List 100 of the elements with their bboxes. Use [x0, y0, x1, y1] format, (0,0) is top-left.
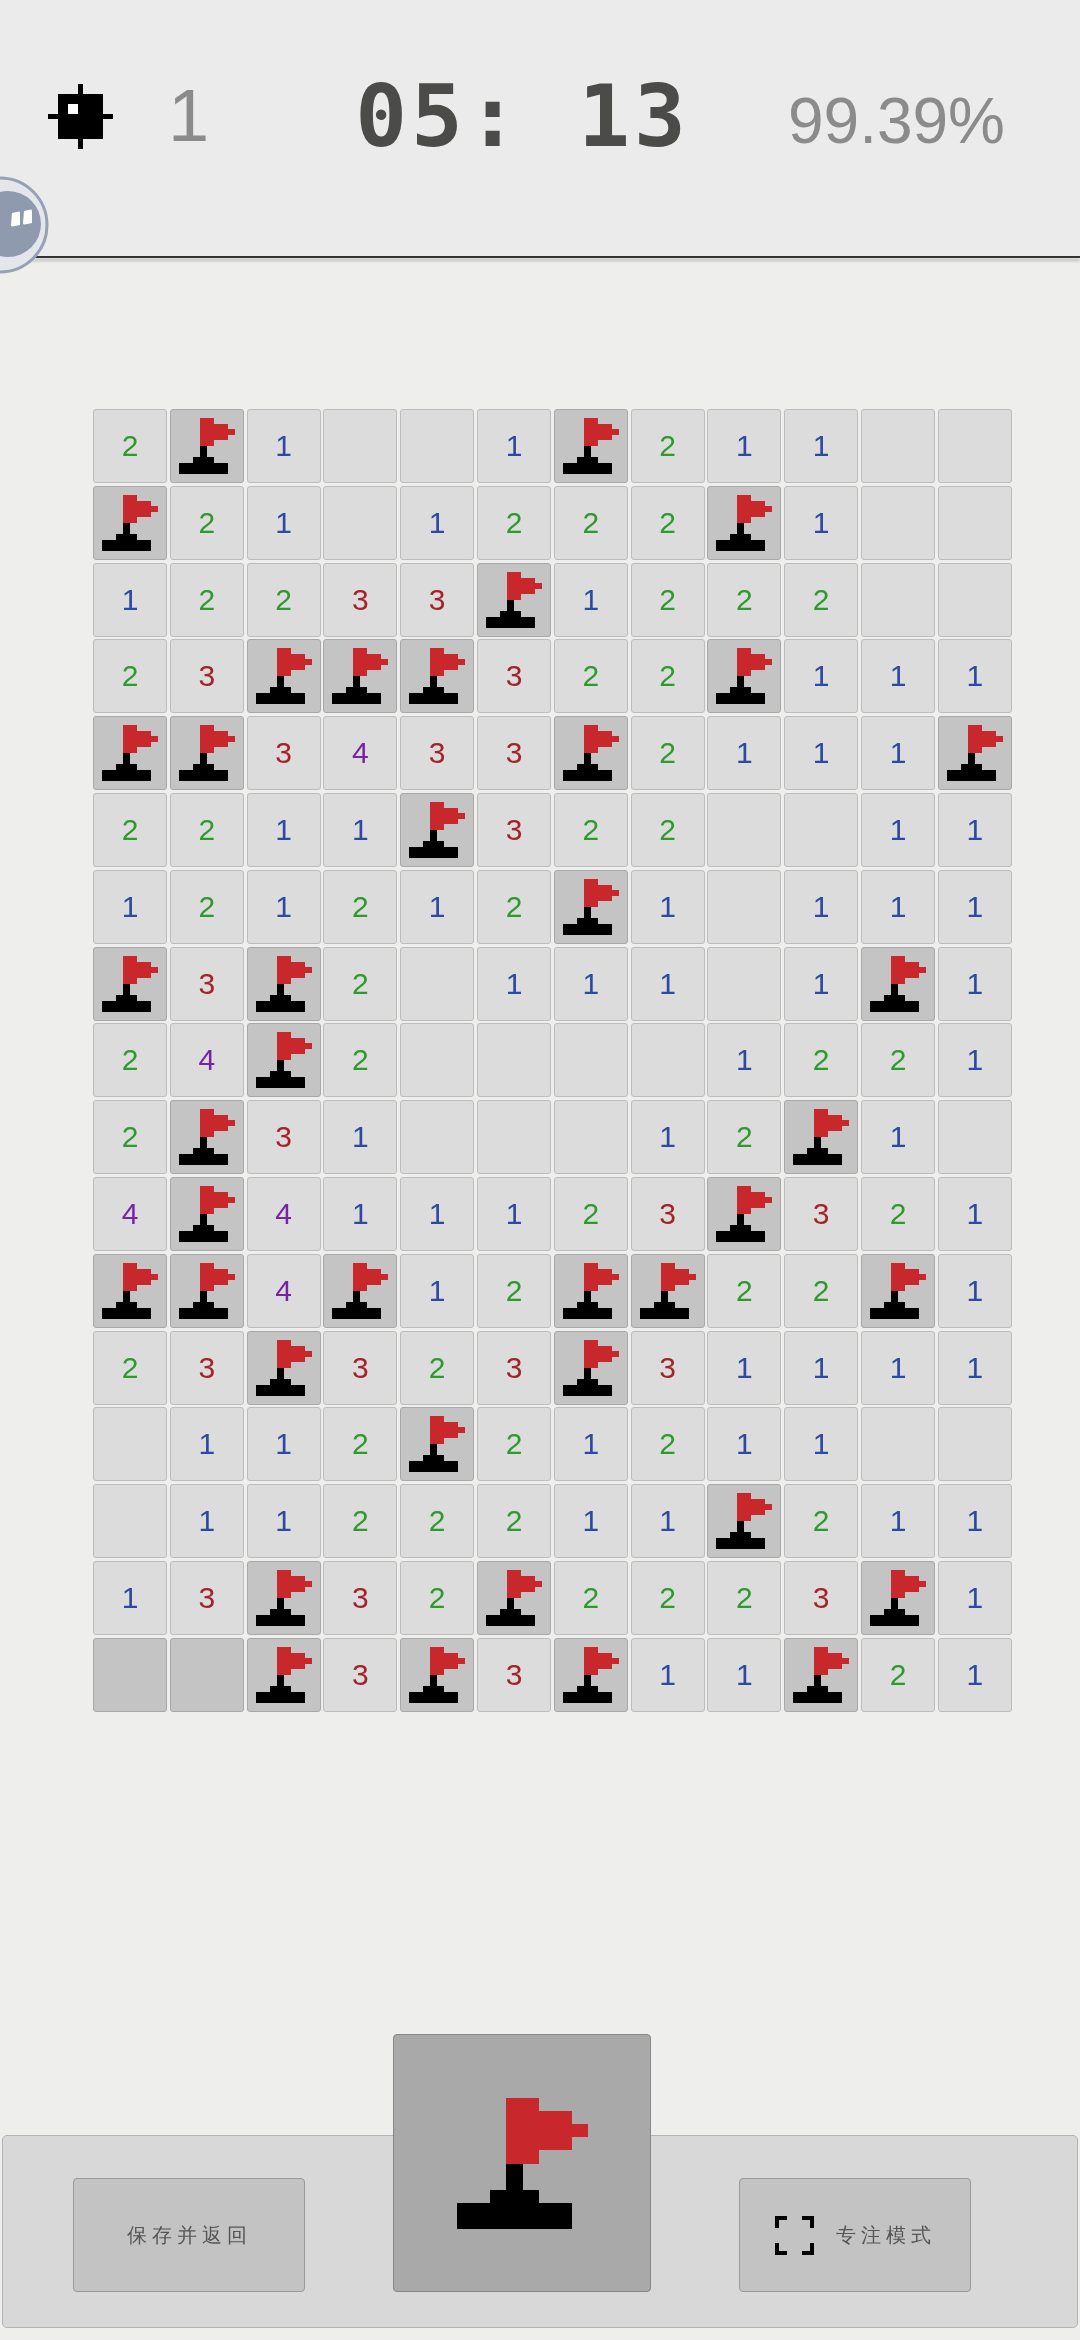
number-cell[interactable]: 1	[553, 1407, 628, 1482]
number-cell[interactable]: 1	[937, 1023, 1012, 1098]
number-cell[interactable]: 3	[400, 562, 475, 637]
flagged-cell[interactable]	[169, 1100, 244, 1175]
number-cell[interactable]: 1	[93, 562, 167, 637]
number-cell[interactable]: 1	[937, 1560, 1012, 1635]
number-cell[interactable]: 3	[169, 1330, 244, 1405]
number-cell[interactable]: 1	[860, 1100, 935, 1175]
flagged-cell[interactable]	[246, 639, 321, 714]
number-cell[interactable]: 1	[553, 562, 628, 637]
empty-cell[interactable]	[937, 485, 1012, 560]
number-cell[interactable]: 1	[937, 869, 1012, 944]
unrevealed-cell[interactable]	[93, 1637, 167, 1712]
number-cell[interactable]: 1	[860, 1484, 935, 1559]
number-cell[interactable]: 1	[93, 869, 167, 944]
number-cell[interactable]: 1	[860, 639, 935, 714]
number-cell[interactable]: 3	[477, 793, 551, 867]
number-cell[interactable]: 1	[937, 639, 1012, 714]
number-cell[interactable]: 1	[246, 1484, 321, 1559]
number-cell[interactable]: 1	[553, 946, 628, 1021]
number-cell[interactable]: 3	[246, 1100, 321, 1175]
number-cell[interactable]: 1	[400, 1176, 475, 1251]
empty-cell[interactable]	[707, 869, 782, 944]
empty-cell[interactable]	[323, 485, 398, 560]
flagged-cell[interactable]	[707, 1176, 782, 1251]
number-cell[interactable]: 3	[323, 1560, 398, 1635]
flagged-cell[interactable]	[246, 1330, 321, 1405]
focus-mode-button[interactable]: 专注模式	[739, 2178, 971, 2292]
flagged-cell[interactable]	[169, 409, 244, 483]
number-cell[interactable]: 1	[477, 409, 551, 483]
flagged-cell[interactable]	[93, 716, 167, 791]
number-cell[interactable]: 1	[246, 793, 321, 867]
flagged-cell[interactable]	[707, 639, 782, 714]
flagged-cell[interactable]	[553, 869, 628, 944]
flagged-cell[interactable]	[323, 639, 398, 714]
number-cell[interactable]: 1	[323, 1100, 398, 1175]
number-cell[interactable]: 4	[323, 716, 398, 791]
number-cell[interactable]: 3	[477, 639, 551, 714]
number-cell[interactable]: 1	[630, 1100, 705, 1175]
flagged-cell[interactable]	[784, 1637, 859, 1712]
flagged-cell[interactable]	[553, 716, 628, 791]
number-cell[interactable]: 1	[707, 1407, 782, 1482]
empty-cell[interactable]	[707, 793, 782, 867]
empty-cell[interactable]	[553, 1023, 628, 1098]
flagged-cell[interactable]	[400, 1407, 475, 1482]
flagged-cell[interactable]	[553, 409, 628, 483]
flagged-cell[interactable]	[246, 946, 321, 1021]
number-cell[interactable]: 3	[630, 1176, 705, 1251]
number-cell[interactable]: 4	[246, 1176, 321, 1251]
number-cell[interactable]: 1	[784, 1407, 859, 1482]
number-cell[interactable]: 3	[477, 716, 551, 791]
number-cell[interactable]: 1	[937, 1253, 1012, 1328]
number-cell[interactable]: 1	[630, 946, 705, 1021]
number-cell[interactable]: 1	[707, 1330, 782, 1405]
number-cell[interactable]: 3	[784, 1176, 859, 1251]
flagged-cell[interactable]	[477, 562, 551, 637]
empty-cell[interactable]	[323, 409, 398, 483]
empty-cell[interactable]	[93, 1407, 167, 1482]
flagged-cell[interactable]	[93, 485, 167, 560]
flagged-cell[interactable]	[400, 639, 475, 714]
number-cell[interactable]: 1	[937, 1637, 1012, 1712]
number-cell[interactable]: 1	[937, 946, 1012, 1021]
flagged-cell[interactable]	[860, 1560, 935, 1635]
number-cell[interactable]: 1	[784, 485, 859, 560]
flagged-cell[interactable]	[323, 1253, 398, 1328]
flagged-cell[interactable]	[860, 946, 935, 1021]
number-cell[interactable]: 1	[630, 869, 705, 944]
flagged-cell[interactable]	[553, 1330, 628, 1405]
empty-cell[interactable]	[707, 946, 782, 1021]
number-cell[interactable]: 3	[169, 946, 244, 1021]
number-cell[interactable]: 1	[860, 869, 935, 944]
empty-cell[interactable]	[477, 1023, 551, 1098]
flagged-cell[interactable]	[784, 1100, 859, 1175]
number-cell[interactable]: 3	[323, 1637, 398, 1712]
empty-cell[interactable]	[400, 1023, 475, 1098]
flagged-cell[interactable]	[169, 1253, 244, 1328]
number-cell[interactable]: 1	[784, 639, 859, 714]
number-cell[interactable]: 1	[937, 793, 1012, 867]
number-cell[interactable]: 1	[323, 793, 398, 867]
number-cell[interactable]: 1	[169, 1407, 244, 1482]
number-cell[interactable]: 3	[477, 1637, 551, 1712]
number-cell[interactable]: 4	[93, 1176, 167, 1251]
number-cell[interactable]: 1	[246, 869, 321, 944]
number-cell[interactable]: 1	[630, 1637, 705, 1712]
number-cell[interactable]: 3	[323, 1330, 398, 1405]
flagged-cell[interactable]	[707, 485, 782, 560]
empty-cell[interactable]	[400, 946, 475, 1021]
number-cell[interactable]: 1	[937, 1484, 1012, 1559]
flagged-cell[interactable]	[246, 1637, 321, 1712]
flagged-cell[interactable]	[553, 1637, 628, 1712]
number-cell[interactable]: 4	[246, 1253, 321, 1328]
flagged-cell[interactable]	[246, 1560, 321, 1635]
flagged-cell[interactable]	[169, 1176, 244, 1251]
number-cell[interactable]: 1	[707, 1637, 782, 1712]
empty-cell[interactable]	[630, 1023, 705, 1098]
number-cell[interactable]: 1	[553, 1484, 628, 1559]
number-cell[interactable]: 1	[784, 409, 859, 483]
number-cell[interactable]: 3	[477, 1330, 551, 1405]
number-cell[interactable]: 3	[246, 716, 321, 791]
number-cell[interactable]: 1	[937, 1176, 1012, 1251]
